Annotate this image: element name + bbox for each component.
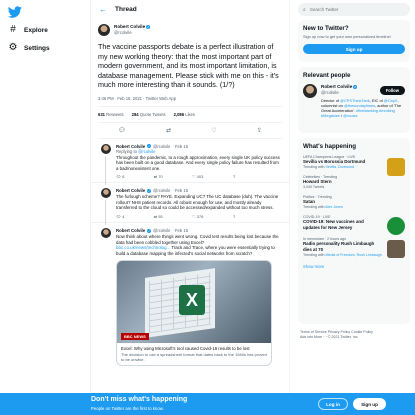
card-title: Excel: Why using Microsoft's tool caused… <box>121 346 250 352</box>
card-image: X BBC NEWS <box>117 261 271 344</box>
retweets-stat[interactable]: 631 Retweets <box>98 112 124 117</box>
tweet-text: The furlough scheme? PAYE. Expanding UC?… <box>116 194 279 211</box>
trend-item[interactable]: UEFA Champions League · LIVE Sevilla vs … <box>298 152 410 176</box>
tweet-text: Throughout the pandemic, to a rough appr… <box>116 154 280 171</box>
trend-item[interactable]: In memoriam · 2 hours ago Radio personal… <box>298 234 410 260</box>
tweet-author[interactable]: Robert Colvile ✓ @rcolvile <box>98 22 282 38</box>
like-button[interactable]: ♡ 378 <box>192 214 203 219</box>
excel-logo-icon: X <box>179 285 205 316</box>
reply-tweet[interactable]: Robert Colvile ✓ @rcolvile · Feb 16 The fur… <box>91 183 289 226</box>
twitter-logo-icon[interactable] <box>7 5 22 19</box>
page-title: Thread <box>115 5 137 13</box>
tweet-date: · Feb 16 <box>172 228 189 234</box>
whats-happening-panel: What's happening UEFA Champions League ·… <box>298 138 410 324</box>
tweet-text: Now think about where things went wrong.… <box>116 234 279 256</box>
nav-settings[interactable]: ⚙ Settings <box>8 42 50 54</box>
replying-to: Replying to @rcolvile <box>116 148 156 154</box>
card-description: The decision to use a spreadsheet format… <box>121 352 267 363</box>
signup-button[interactable]: Sign up <box>353 398 386 410</box>
login-button[interactable]: Log in <box>318 398 348 410</box>
link-card[interactable]: X BBC NEWS Excel: Why using Microsoft's … <box>116 260 272 367</box>
thread-connector <box>105 200 106 226</box>
show-more-link[interactable]: Show more <box>298 260 410 275</box>
hash-icon: # <box>10 24 16 35</box>
author-name: Robert Colvile <box>116 228 146 234</box>
verified-badge-icon: ✓ <box>147 228 152 233</box>
avatar[interactable] <box>98 24 110 36</box>
trend-thumbnail <box>387 217 405 235</box>
tweet-actions: 💬︎ ⇄ ♡ ⇪ <box>98 123 282 139</box>
thread-connector <box>105 155 106 186</box>
tweet-actions: 💬︎ 6 ⇄ 70 ♡ 403 ⇪ <box>116 174 236 179</box>
thread-header: ← Thread <box>91 0 289 18</box>
author-name: Robert Colvile <box>116 188 146 194</box>
retweet-button[interactable]: ⇄ 55 <box>154 214 163 219</box>
verified-badge-icon: ✓ <box>353 85 358 89</box>
share-icon[interactable]: ⇪ <box>233 214 236 219</box>
footer-links: Terms of Service Privacy Policy Cookie P… <box>300 330 373 340</box>
retweet-button[interactable]: ⇄ 70 <box>154 174 163 179</box>
panel-title: What's happening <box>303 143 357 150</box>
verified-badge-icon: ✓ <box>147 188 152 193</box>
author-handle: @rcolvile <box>153 143 171 149</box>
author-handle: @rcolvile <box>321 90 339 95</box>
likes-stat[interactable]: 2,086 Likes <box>174 112 195 117</box>
panel-subtitle: Sign up now to get your own personalized… <box>303 34 391 39</box>
gear-icon: ⚙ <box>8 42 18 53</box>
bbc-news-logo: BBC NEWS <box>121 333 149 341</box>
thread-column: ← Thread Robert Colvile ✓ @rcolvile The v… <box>90 0 290 415</box>
share-icon[interactable]: ⇪ <box>233 174 236 179</box>
trend-item[interactable]: Celebrities · Trending Howard Stern 3,04… <box>298 172 410 192</box>
verified-badge-icon: ✓ <box>147 144 152 148</box>
search-input[interactable] <box>309 7 400 12</box>
signup-button[interactable]: Sign up <box>303 44 405 54</box>
back-arrow-icon[interactable]: ← <box>99 5 107 14</box>
banner-subtitle: People on Twitter are the first to know. <box>91 406 164 411</box>
banner-title: Don't miss what's happening <box>91 396 188 403</box>
article-link[interactable]: bbc.co.uk/news/technolog... <box>116 245 170 250</box>
tweet-text: The vaccine passports debate is a perfec… <box>98 42 279 89</box>
trend-thumbnail <box>387 240 405 258</box>
tweet-stats: 631 Retweets 284 Quote Tweets 2,086 Like… <box>98 107 282 123</box>
relevant-people-panel: Relevant people Robert Colvile ✓ @rcolvil… <box>298 67 410 133</box>
author-handle: @rcolvile <box>153 188 171 194</box>
quotes-stat[interactable]: 284 Quote Tweets <box>132 112 166 117</box>
reply-tweet[interactable]: Robert Colvile ✓ @rcolvile · Feb 16 Now thi… <box>91 223 289 369</box>
tweet-meta[interactable]: 3:46 PM · Feb 16, 2021 · Twitter Web App <box>98 96 282 107</box>
avatar[interactable] <box>303 84 317 98</box>
retweet-icon[interactable]: ⇄ <box>166 127 171 134</box>
panel-title: New to Twitter? <box>303 25 349 32</box>
profile-bio: Director of @CPSThinkTank, EIC of @CapX,… <box>321 98 402 118</box>
tweet-date: · Feb 16 <box>172 188 189 194</box>
like-icon[interactable]: ♡ <box>211 127 216 134</box>
search-box[interactable]: ⌕ <box>298 3 410 16</box>
verified-badge-icon: ✓ <box>146 25 151 29</box>
signup-banner: Don't miss what's happening People on Tw… <box>0 393 415 415</box>
reply-button[interactable]: 💬︎ 6 <box>116 174 124 179</box>
tweet-actions: 💬︎ 4 ⇄ 55 ♡ 378 ⇪ <box>116 214 236 219</box>
author-handle: @rcolvile <box>153 228 171 234</box>
trend-item[interactable]: Politics · Trending Satan Trending with … <box>298 192 410 212</box>
main-tweet: Robert Colvile ✓ @rcolvile The vaccine pa… <box>91 18 289 139</box>
reply-button[interactable]: 💬︎ 4 <box>116 214 124 219</box>
avatar[interactable] <box>101 228 111 239</box>
right-sidebar: ⌕ New to Twitter? Sign up now to get you… <box>296 0 415 415</box>
like-button[interactable]: ♡ 403 <box>192 174 203 179</box>
left-nav: # Explore ⚙ Settings <box>0 0 90 415</box>
avatar[interactable] <box>101 188 111 199</box>
new-to-twitter-panel: New to Twitter? Sign up now to get your … <box>298 20 410 62</box>
search-icon: ⌕ <box>303 6 306 13</box>
reply-tweet[interactable]: Robert Colvile ✓ @rcolvile · Feb 16 Replyin… <box>91 139 289 186</box>
tweet-date: · Feb 16 <box>172 143 189 149</box>
avatar[interactable] <box>101 143 111 154</box>
panel-title: Relevant people <box>303 72 351 79</box>
nav-explore[interactable]: # Explore <box>8 24 48 36</box>
trend-item[interactable]: COVID-19 · LIVE COVID-19: New vaccines a… <box>298 212 410 235</box>
author-handle: @rcolvile <box>114 30 132 35</box>
reply-icon[interactable]: 💬︎ <box>118 127 126 134</box>
share-icon[interactable]: ⇪ <box>257 127 262 134</box>
follow-button[interactable]: Follow <box>379 85 405 95</box>
